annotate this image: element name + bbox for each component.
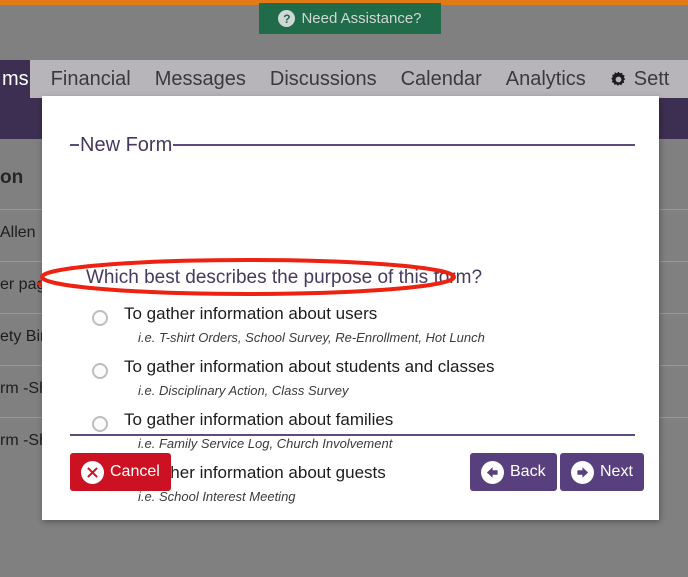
arrow-left-circle-icon [481,460,504,484]
nav-item-label: Sett [633,67,670,90]
table-cell-text: Allen [0,224,36,241]
radio-option-label: To gather information about students and… [124,357,495,376]
new-form-fieldset: New Form [70,134,635,156]
modal-footer: Cancel Back Next [70,453,644,493]
nav-item-label: Discussions [269,67,377,90]
nav-item-label: Messages [154,67,246,90]
nav-item-label: Calendar [400,67,482,90]
nav-item-label: Analytics [505,67,586,90]
legend-rule [173,144,635,146]
radio-option-label: To gather information about users [124,304,378,323]
next-button[interactable]: Next [560,453,644,491]
x-circle-icon [81,460,104,484]
nav-item-messages[interactable]: Messages [143,68,258,91]
need-assistance-button[interactable]: ? Need Assistance? [259,3,441,34]
radio-option-2[interactable]: To gather information about students and… [92,356,632,409]
footer-divider [70,434,635,436]
radio-option-1[interactable]: To gather information about users i.e. T-… [92,303,632,356]
radio-option-hint: i.e. T-shirt Orders, School Survey, Re-E… [138,330,485,345]
cancel-button[interactable]: Cancel [70,453,171,491]
nav-item-ms[interactable]: ms [0,68,39,91]
question-mark-circle-icon: ? [278,10,296,27]
legend-dash-left [70,144,79,146]
new-form-modal: New Form Which best describes the purpos… [42,96,659,520]
nav-item-analytics[interactable]: Analytics [494,68,598,91]
nav-item-sett[interactable]: Sett [598,68,682,91]
cancel-button-label: Cancel [110,463,160,480]
modal-question: Which best describes the purpose of this… [86,267,483,288]
fieldset-legend-row: New Form [70,134,635,156]
back-button[interactable]: Back [470,453,557,491]
gear-icon [610,71,627,88]
nav-item-list: ms Financial Messages Discussions Calendar An… [0,60,681,98]
radio-option-hint: i.e. Disciplinary Action, Class Survey [138,383,349,398]
nav-item-financial[interactable]: Financial [39,68,143,91]
radio-button-icon[interactable] [92,310,108,326]
fieldset-legend: New Form [80,134,173,156]
nav-item-label: Financial [50,67,131,90]
nav-item-discussions[interactable]: Discussions [258,68,389,91]
background-page-title: on [0,167,24,188]
radio-option-label: To gather information about families [124,410,394,429]
need-assistance-label: Need Assistance? [301,10,422,27]
nav-item-calendar[interactable]: Calendar [389,68,494,91]
next-button-label: Next [600,463,633,480]
app-screen: ? Need Assistance? ms Financial Messages Di… [0,0,688,577]
radio-button-icon[interactable] [92,363,108,379]
back-button-label: Back [510,463,546,480]
nav-item-label: ms [2,67,29,90]
radio-button-icon[interactable] [92,416,108,432]
radio-option-hint: i.e. Family Service Log, Church Involvem… [138,436,393,451]
arrow-right-circle-icon [571,460,594,484]
